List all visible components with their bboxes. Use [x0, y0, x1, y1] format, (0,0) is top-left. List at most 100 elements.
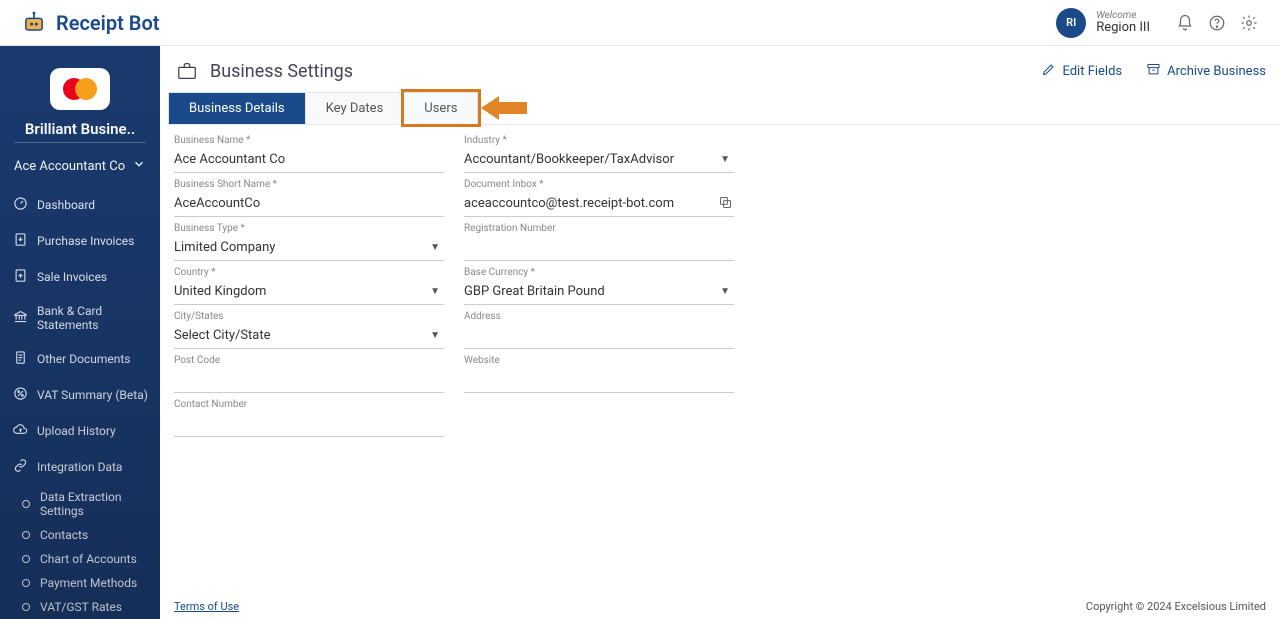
sidebar-item-upload-history[interactable]: Upload History	[0, 413, 160, 449]
sidebar-divider	[14, 142, 146, 143]
document-icon	[12, 350, 28, 368]
sidebar: Brilliant Busine.. Ace Accountant Co Das…	[0, 46, 160, 619]
dashboard-icon	[12, 196, 28, 214]
circle-icon	[22, 579, 30, 587]
short-name-field: Business Short Name *	[174, 179, 444, 217]
archive-business-label: Archive Business	[1167, 64, 1266, 79]
archive-icon	[1146, 62, 1161, 81]
field-label: Country *	[174, 267, 444, 278]
edit-fields-button[interactable]: Edit Fields	[1041, 62, 1122, 81]
account-selector[interactable]: Ace Accountant Co	[0, 151, 160, 187]
circle-icon	[22, 531, 30, 539]
sidebar-item-purchase-invoices[interactable]: Purchase Invoices	[0, 223, 160, 259]
business-type-field: Business Type * ▼	[174, 223, 444, 261]
sidebar-item-label: Integration Data	[37, 460, 122, 474]
industry-select[interactable]	[464, 148, 734, 173]
business-details-form: Business Name * Industry * ▼ Business Sh…	[160, 125, 1280, 453]
field-label: Business Type *	[174, 223, 444, 234]
sidebar-sub-payment-methods[interactable]: Payment Methods	[0, 571, 160, 595]
field-label: Business Name *	[174, 135, 444, 146]
pencil-icon	[1041, 62, 1056, 81]
sidebar-item-other-documents[interactable]: Other Documents	[0, 341, 160, 377]
website-input[interactable]	[464, 368, 734, 393]
avatar[interactable]: RI	[1056, 8, 1086, 38]
copy-icon[interactable]	[718, 195, 734, 211]
link-icon	[12, 458, 28, 476]
page-title: Business Settings	[210, 61, 353, 82]
field-label: City/States	[174, 311, 444, 322]
field-label: Base Currency *	[464, 267, 734, 278]
sidebar-item-label: Upload History	[37, 424, 116, 438]
postcode-input[interactable]	[174, 368, 444, 393]
business-name-input[interactable]	[174, 148, 444, 173]
chevron-down-icon	[132, 157, 146, 175]
tab-label: Business Details	[189, 101, 285, 116]
short-name-input[interactable]	[174, 192, 444, 217]
sidebar-item-label: Other Documents	[37, 352, 130, 366]
document-inbox-field: Document Inbox *	[464, 179, 734, 217]
tab-key-dates[interactable]: Key Dates	[306, 92, 405, 124]
document-inbox-input[interactable]	[464, 192, 734, 217]
contact-number-input[interactable]	[174, 412, 444, 437]
archive-business-button[interactable]: Archive Business	[1146, 62, 1266, 81]
sidebar-sub-label: Payment Methods	[40, 576, 137, 590]
sidebar-sub-label: Contacts	[40, 528, 88, 542]
field-label: Address	[464, 311, 734, 322]
page-header: Business Settings Edit Fields Archive Bu…	[160, 46, 1280, 92]
bank-icon	[12, 309, 28, 327]
sidebar-sub-contacts[interactable]: Contacts	[0, 523, 160, 547]
invoice-down-icon	[12, 232, 28, 250]
sidebar-item-integration-data[interactable]: Integration Data	[0, 449, 160, 485]
current-user: Region III	[1096, 21, 1150, 35]
tab-users[interactable]: Users	[404, 92, 478, 124]
sidebar-item-label: Dashboard	[37, 198, 95, 212]
sidebar-item-label: Bank & Card Statements	[37, 304, 148, 332]
registration-number-field: Registration Number	[464, 223, 734, 261]
callout-arrow-icon	[481, 94, 527, 122]
sidebar-item-dashboard[interactable]: Dashboard	[0, 187, 160, 223]
sidebar-sub-vat-rates[interactable]: VAT/GST Rates	[0, 595, 160, 619]
sidebar-item-sale-invoices[interactable]: Sale Invoices	[0, 259, 160, 295]
city-field: City/States ▼	[174, 311, 444, 349]
registration-number-input[interactable]	[464, 236, 734, 261]
base-currency-select[interactable]	[464, 280, 734, 305]
circle-icon	[22, 555, 30, 563]
gear-icon[interactable]	[1238, 12, 1260, 34]
address-input[interactable]	[464, 324, 734, 349]
business-type-select[interactable]	[174, 236, 444, 261]
robot-icon	[20, 9, 48, 37]
bell-icon[interactable]	[1174, 12, 1196, 34]
tabs: Business Details Key Dates Users	[168, 92, 1280, 125]
industry-field: Industry * ▼	[464, 135, 734, 173]
terms-link[interactable]: Terms of Use	[174, 600, 239, 613]
sidebar-sub-data-extraction[interactable]: Data Extraction Settings	[0, 485, 160, 523]
brand-logo[interactable]: Receipt Bot	[20, 9, 160, 37]
percent-icon	[12, 386, 28, 404]
copyright-text: Copyright © 2024 Excelsious Limited	[1086, 600, 1266, 613]
country-select[interactable]	[174, 280, 444, 305]
business-logo[interactable]	[50, 68, 110, 110]
brand-name: Receipt Bot	[56, 11, 160, 35]
city-select[interactable]	[174, 324, 444, 349]
sidebar-sub-label: VAT/GST Rates	[40, 600, 122, 614]
business-name-display: Brilliant Busine..	[0, 120, 160, 143]
tab-business-details[interactable]: Business Details	[168, 92, 306, 124]
business-name-field: Business Name *	[174, 135, 444, 173]
sidebar-sub-chart-of-accounts[interactable]: Chart of Accounts	[0, 547, 160, 571]
contact-number-field: Contact Number	[174, 399, 444, 437]
tab-label: Key Dates	[326, 101, 384, 116]
field-label: Document Inbox *	[464, 179, 734, 190]
field-label: Industry *	[464, 135, 734, 146]
sidebar-item-bank-statements[interactable]: Bank & Card Statements	[0, 295, 160, 341]
footer: Terms of Use Copyright © 2024 Excelsious…	[160, 594, 1280, 619]
circle-icon	[22, 603, 30, 611]
field-label: Registration Number	[464, 223, 734, 234]
help-icon[interactable]	[1206, 12, 1228, 34]
sidebar-item-vat-summary[interactable]: VAT Summary (Beta)	[0, 377, 160, 413]
briefcase-icon	[174, 60, 200, 82]
welcome-block: Welcome Region III	[1096, 10, 1150, 35]
field-label: Business Short Name *	[174, 179, 444, 190]
sidebar-item-label: Sale Invoices	[37, 270, 107, 284]
sidebar-sub-label: Chart of Accounts	[40, 552, 137, 566]
field-label: Post Code	[174, 355, 444, 366]
